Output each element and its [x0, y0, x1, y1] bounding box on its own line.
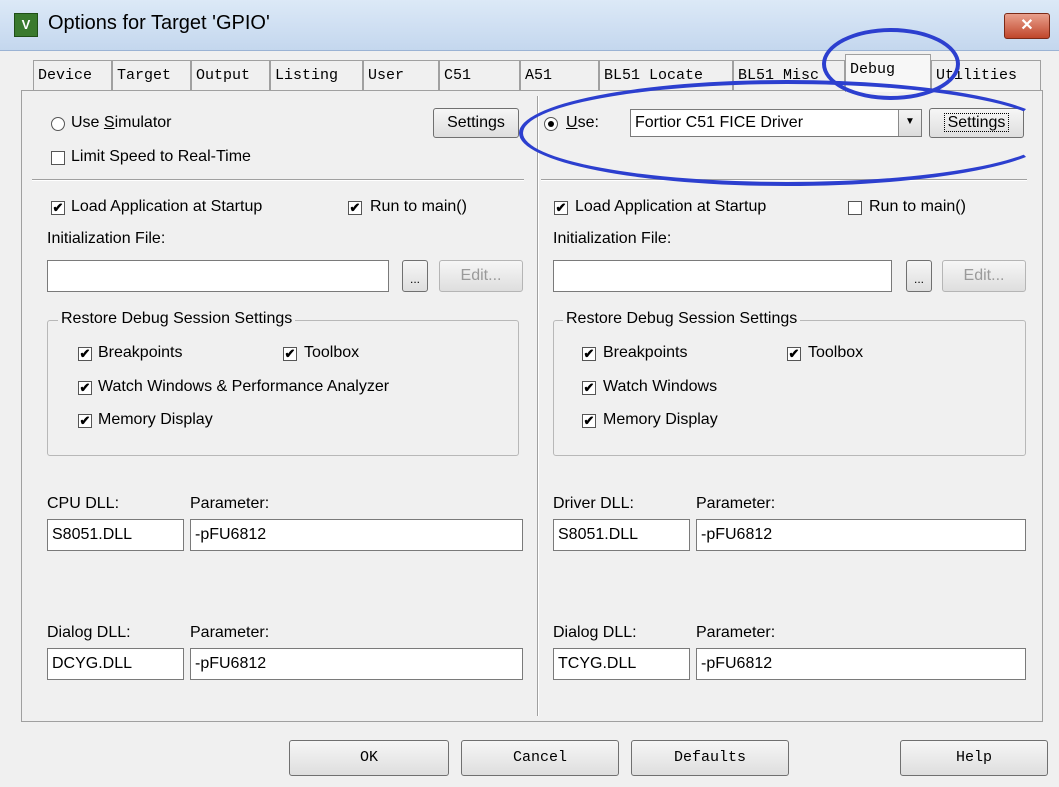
left-toolbox-checkbox[interactable]: ✔ — [283, 347, 297, 361]
right-init-file-label: Initialization File: — [553, 230, 672, 247]
limit-speed-checkbox[interactable] — [51, 151, 65, 165]
right-load-app-checkbox[interactable]: ✔ — [554, 201, 568, 215]
tab-bl51-locate[interactable]: BL51 Locate — [599, 60, 733, 90]
left-init-file-input[interactable] — [47, 260, 389, 292]
left-run-to-main-label: Run to main() — [370, 198, 467, 215]
cpu-dll-label: CPU DLL: — [47, 495, 120, 512]
close-button[interactable]: ✕ — [1004, 13, 1050, 39]
driver-select-value: Fortior C51 FICE Driver — [635, 114, 804, 131]
right-edit-button[interactable]: Edit... — [942, 260, 1026, 292]
right-dialog-dll-input[interactable]: TCYG.DLL — [553, 648, 690, 680]
chevron-down-icon[interactable]: ▼ — [898, 110, 921, 136]
right-restore-group-label: Restore Debug Session Settings — [563, 310, 801, 328]
right-dialog-param-label: Parameter: — [696, 624, 776, 641]
right-memory-checkbox[interactable]: ✔ — [582, 414, 596, 428]
right-run-to-main-checkbox[interactable] — [848, 201, 862, 215]
cpu-param-label: Parameter: — [190, 495, 270, 512]
left-browse-button[interactable]: ... — [402, 260, 428, 292]
right-browse-button[interactable]: ... — [906, 260, 932, 292]
tab-c51[interactable]: C51 — [439, 60, 520, 90]
driver-param-input[interactable]: -pFU6812 — [696, 519, 1026, 551]
tab-utilities[interactable]: Utilities — [931, 60, 1041, 90]
left-run-to-main-checkbox[interactable]: ✔ — [348, 201, 362, 215]
right-separator — [541, 179, 1027, 181]
right-watch-checkbox[interactable]: ✔ — [582, 381, 596, 395]
left-dialog-param-label: Parameter: — [190, 624, 270, 641]
driver-dll-input[interactable]: S8051.DLL — [553, 519, 690, 551]
tab-listing[interactable]: Listing — [270, 60, 363, 90]
right-watch-label: Watch Windows — [603, 378, 718, 395]
right-memory-label: Memory Display — [603, 411, 718, 428]
left-restore-group-label: Restore Debug Session Settings — [58, 310, 296, 328]
center-divider — [537, 96, 539, 716]
right-toolbox-checkbox[interactable]: ✔ — [787, 347, 801, 361]
driver-dll-label: Driver DLL: — [553, 495, 634, 512]
use-driver-radio[interactable] — [544, 117, 558, 131]
use-label: Use: — [566, 114, 599, 131]
tab-target[interactable]: Target — [112, 60, 191, 90]
right-run-to-main-label: Run to main() — [869, 198, 966, 215]
tab-debug[interactable]: Debug — [845, 54, 931, 92]
tab-a51[interactable]: A51 — [520, 60, 599, 90]
tab-user[interactable]: User — [363, 60, 439, 90]
left-memory-checkbox[interactable]: ✔ — [78, 414, 92, 428]
tab-bl51-misc[interactable]: BL51 Misc — [733, 60, 845, 90]
tab-device[interactable]: Device — [33, 60, 112, 90]
driver-param-label: Parameter: — [696, 495, 776, 512]
right-breakpoints-label: Breakpoints — [603, 344, 688, 361]
window-title: Options for Target 'GPIO' — [48, 12, 270, 34]
left-toolbox-label: Toolbox — [304, 344, 360, 361]
left-dialog-param-input[interactable]: -pFU6812 — [190, 648, 523, 680]
ok-button[interactable]: OK — [289, 740, 449, 776]
left-watch-label: Watch Windows & Performance Analyzer — [98, 378, 390, 395]
right-load-app-label: Load Application at Startup — [575, 198, 767, 215]
title-bar: V Options for Target 'GPIO' ✕ — [0, 0, 1059, 51]
left-edit-button[interactable]: Edit... — [439, 260, 523, 292]
left-separator — [32, 179, 524, 181]
right-dialog-param-input[interactable]: -pFU6812 — [696, 648, 1026, 680]
simulator-settings-button[interactable]: Settings — [433, 108, 519, 138]
left-breakpoints-checkbox[interactable]: ✔ — [78, 347, 92, 361]
right-init-file-input[interactable] — [553, 260, 892, 292]
left-load-app-checkbox[interactable]: ✔ — [51, 201, 65, 215]
left-watch-checkbox[interactable]: ✔ — [78, 381, 92, 395]
left-dialog-dll-label: Dialog DLL: — [47, 624, 131, 641]
driver-settings-button[interactable]: Settings — [929, 108, 1024, 138]
tab-output[interactable]: Output — [191, 60, 270, 90]
cancel-button[interactable]: Cancel — [461, 740, 619, 776]
left-init-file-label: Initialization File: — [47, 230, 166, 247]
limit-speed-label: Limit Speed to Real-Time — [71, 148, 251, 165]
left-memory-label: Memory Display — [98, 411, 213, 428]
cpu-dll-input[interactable]: S8051.DLL — [47, 519, 184, 551]
driver-select[interactable]: Fortior C51 FICE Driver ▼ — [630, 109, 922, 137]
help-button[interactable]: Help — [900, 740, 1048, 776]
defaults-button[interactable]: Defaults — [631, 740, 789, 776]
left-load-app-label: Load Application at Startup — [71, 198, 263, 215]
right-dialog-dll-label: Dialog DLL: — [553, 624, 637, 641]
cpu-param-input[interactable]: -pFU6812 — [190, 519, 523, 551]
right-toolbox-label: Toolbox — [808, 344, 864, 361]
use-simulator-label: Use Simulator — [71, 114, 172, 131]
app-icon: V — [14, 13, 38, 37]
left-dialog-dll-input[interactable]: DCYG.DLL — [47, 648, 184, 680]
left-breakpoints-label: Breakpoints — [98, 344, 183, 361]
use-simulator-radio[interactable] — [51, 117, 65, 131]
right-breakpoints-checkbox[interactable]: ✔ — [582, 347, 596, 361]
